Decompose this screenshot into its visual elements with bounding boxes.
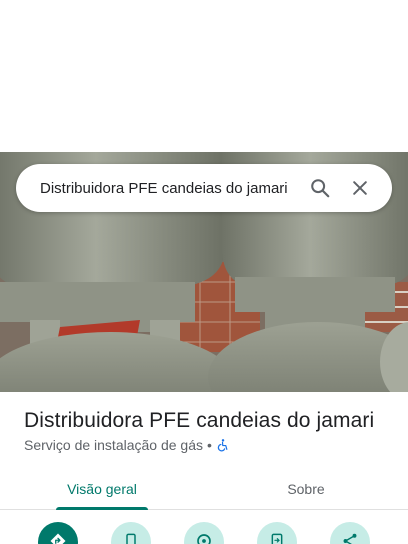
search-input[interactable]: Distribuidora PFE candeias do jamari bbox=[40, 180, 300, 197]
action-buttons bbox=[0, 522, 408, 544]
search-button[interactable] bbox=[300, 168, 340, 208]
send-to-phone-button[interactable] bbox=[257, 522, 297, 544]
close-icon bbox=[353, 181, 367, 195]
place-tabs: Visão geral Sobre bbox=[0, 468, 408, 510]
place-subtitle: Serviço de instalação de gás • bbox=[24, 437, 394, 453]
phone-icon bbox=[126, 533, 136, 544]
place-title: Distribuidora PFE candeias do jamari bbox=[24, 409, 375, 432]
place-info: Distribuidora PFE candeias do jamari Ser… bbox=[24, 409, 394, 453]
tab-overview[interactable]: Visão geral bbox=[0, 468, 204, 510]
search-icon bbox=[311, 179, 330, 198]
call-button[interactable] bbox=[111, 522, 151, 544]
wheelchair-accessible-icon bbox=[217, 439, 228, 452]
search-bar[interactable]: Distribuidora PFE candeias do jamari bbox=[16, 164, 392, 212]
share-icon bbox=[343, 533, 357, 544]
share-button[interactable] bbox=[330, 522, 370, 544]
directions-icon bbox=[50, 533, 66, 544]
place-sheet: Distribuidora PFE candeias do jamari Dis… bbox=[0, 0, 408, 544]
place-category: Serviço de instalação de gás bbox=[24, 437, 203, 453]
nearby-icon bbox=[197, 534, 211, 544]
send-to-phone-icon bbox=[271, 533, 283, 544]
tab-about[interactable]: Sobre bbox=[204, 468, 408, 509]
clear-search-button[interactable] bbox=[340, 168, 380, 208]
directions-button[interactable] bbox=[38, 522, 78, 544]
nearby-button[interactable] bbox=[184, 522, 224, 544]
separator-dot: • bbox=[207, 437, 212, 453]
